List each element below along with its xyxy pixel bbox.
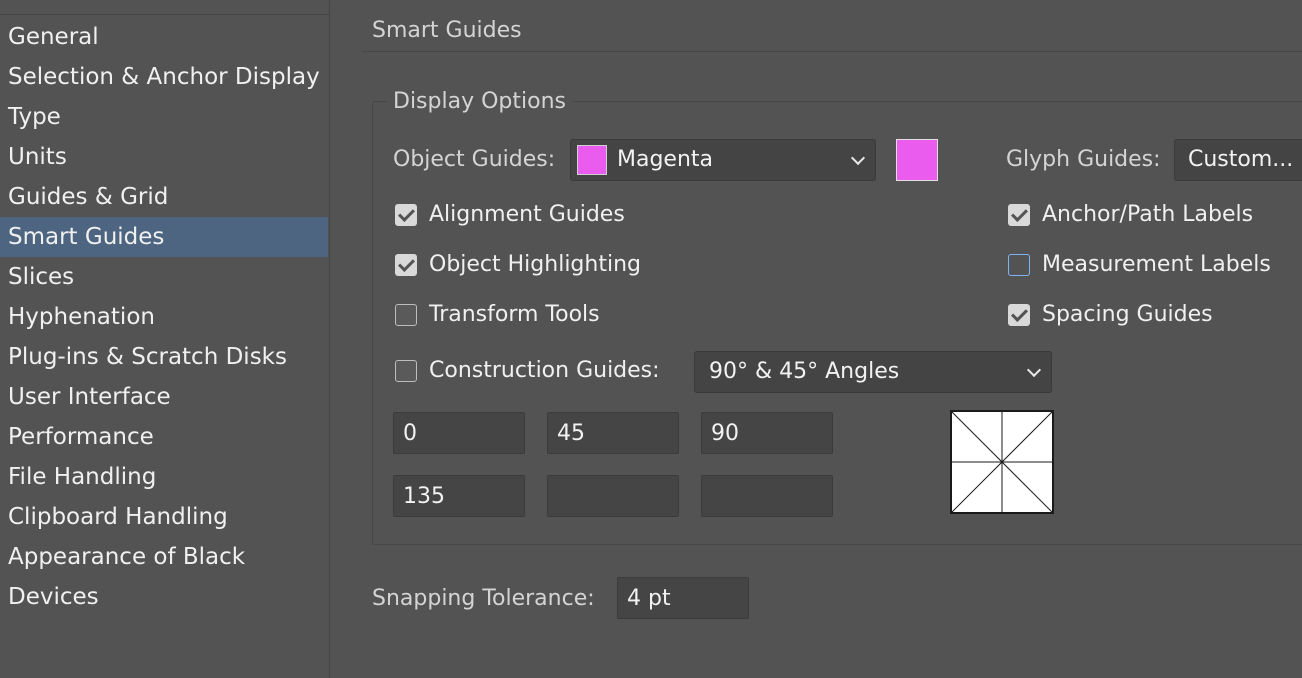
sidebar-item-units[interactable]: Units [0,137,328,177]
sidebar-item-devices[interactable]: Devices [0,577,328,617]
construction-guides-label: Construction Guides: [429,358,660,383]
angle-field-5[interactable] [547,475,679,517]
construction-angles-value: 90° & 45° Angles [709,359,900,384]
anchor-path-labels-checkbox[interactable] [1008,204,1030,226]
sidebar-item-performance[interactable]: Performance [0,417,328,457]
smart-guides-panel: Smart Guides Display Options Object Guid… [331,0,1302,678]
glyph-guides-dropdown[interactable]: Custom... [1174,139,1302,181]
title-divider [362,51,1302,52]
snapping-tolerance-label: Snapping Tolerance: [372,586,595,611]
alignment-guides-checkbox[interactable] [395,204,417,226]
sidebar-item-file-handling[interactable]: File Handling [0,457,328,497]
construction-guides-checkbox[interactable] [395,360,417,382]
snapping-tolerance-field[interactable]: 4 pt [617,577,749,619]
object-guides-value: Magenta [617,147,714,172]
glyph-guides-value: Custom... [1188,147,1294,172]
sidebar-item-appearance-of-black[interactable]: Appearance of Black [0,537,328,577]
object-guides-color-swatch[interactable] [896,139,938,181]
angle-field-6[interactable] [701,475,833,517]
glyph-guides-label: Glyph Guides: [1006,147,1161,172]
angle-field-3[interactable]: 90 [701,412,833,454]
object-highlighting-checkbox[interactable] [395,254,417,276]
object-guides-label: Object Guides: [393,147,556,172]
transform-tools-label: Transform Tools [429,302,600,327]
object-guides-color-dropdown[interactable]: Magenta [570,139,876,181]
sidebar-item-smart-guides[interactable]: Smart Guides [0,217,328,257]
chevron-down-icon [1026,362,1042,378]
sidebar-item-clipboard-handling[interactable]: Clipboard Handling [0,497,328,537]
sidebar-item-selection-anchor-display[interactable]: Selection & Anchor Display [0,57,328,97]
sidebar-item-hyphenation[interactable]: Hyphenation [0,297,328,337]
transform-tools-checkbox[interactable] [395,304,417,326]
sidebar-divider [0,14,329,15]
construction-angles-preview [950,410,1054,514]
section-title: Smart Guides [372,18,522,43]
object-highlighting-label: Object Highlighting [429,252,641,277]
angle-field-4[interactable]: 135 [393,475,525,517]
angle-field-2[interactable]: 45 [547,412,679,454]
sidebar-item-guides-grid[interactable]: Guides & Grid [0,177,328,217]
sidebar-item-type[interactable]: Type [0,97,328,137]
chevron-down-icon [850,150,866,166]
measurement-labels-label: Measurement Labels [1042,252,1271,277]
angles-diagram-icon [952,412,1052,512]
spacing-guides-label: Spacing Guides [1042,302,1213,327]
angle-field-1[interactable]: 0 [393,412,525,454]
construction-angles-dropdown[interactable]: 90° & 45° Angles [694,351,1052,393]
sidebar-item-general[interactable]: General [0,17,328,57]
magenta-swatch [577,145,607,175]
sidebar-item-slices[interactable]: Slices [0,257,328,297]
alignment-guides-label: Alignment Guides [429,202,625,227]
preferences-sidebar: General Selection & Anchor Display Type … [0,0,330,678]
sidebar-item-user-interface[interactable]: User Interface [0,377,328,417]
spacing-guides-checkbox[interactable] [1008,304,1030,326]
measurement-labels-checkbox[interactable] [1008,254,1030,276]
sidebar-item-plugins-scratch-disks[interactable]: Plug-ins & Scratch Disks [0,337,328,377]
display-options-label: Display Options [387,89,572,114]
anchor-path-labels-label: Anchor/Path Labels [1042,202,1254,227]
